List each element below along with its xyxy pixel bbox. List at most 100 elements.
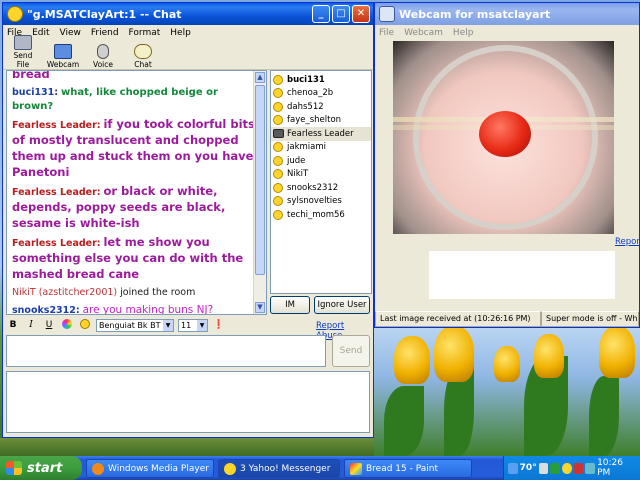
webcam-statusbar: Last image received at (10:26:16 PM) Sup… <box>375 311 639 327</box>
webcam-report-link[interactable]: Report <box>615 237 640 247</box>
smiley-icon <box>273 169 283 180</box>
user-item[interactable]: snooks2312 <box>271 181 371 195</box>
scroll-up-arrow[interactable]: ▲ <box>255 72 265 83</box>
message-scrollbar[interactable]: ▲ ▼ <box>253 71 266 314</box>
menu-friend[interactable]: Friend <box>91 28 119 38</box>
menu-format[interactable]: Format <box>129 28 161 38</box>
scroll-thumb[interactable] <box>255 85 265 275</box>
secondary-input-area[interactable] <box>6 371 370 433</box>
yahoo-smiley-icon <box>7 6 23 22</box>
underline-button[interactable]: U <box>42 319 56 332</box>
tray-icon[interactable] <box>550 462 561 474</box>
user-item-selected[interactable]: Fearless Leader <box>271 127 371 141</box>
smiley-icon <box>273 88 283 99</box>
task-windows-media-player[interactable]: Windows Media Player <box>86 459 214 478</box>
start-button[interactable]: start <box>0 456 82 480</box>
color-palette-icon[interactable] <box>60 318 74 332</box>
user-item[interactable]: buci131 <box>271 73 371 87</box>
chat-message: buci131: what, like chopped beige or bro… <box>12 87 218 112</box>
font-size-select[interactable]: 11 ▼ <box>178 318 208 332</box>
smiley-icon <box>273 74 283 85</box>
menu-help[interactable]: Help <box>170 28 191 38</box>
chat-window: "g.MSATClayArt:1 -- Chat _ □ ✕ File Edit… <box>2 2 374 438</box>
desktop-tulips <box>374 326 640 456</box>
webcam-menu-help[interactable]: Help <box>453 28 474 38</box>
webcam-titlebar[interactable]: Webcam for msatclayart <box>375 3 639 25</box>
user-item[interactable]: sylsnovelties <box>271 195 371 209</box>
weather-temp[interactable]: 70° <box>520 463 537 473</box>
windows-logo-icon <box>6 461 22 475</box>
alert-icon[interactable]: ❗ <box>212 319 226 332</box>
ignore-user-button[interactable]: Ignore User <box>314 296 370 314</box>
red-clay-ball <box>479 111 531 157</box>
user-item[interactable]: techi_mom56 <box>271 208 371 222</box>
chat-titlebar[interactable]: "g.MSATClayArt:1 -- Chat _ □ ✕ <box>3 3 373 25</box>
webcam-title-icon <box>379 6 395 22</box>
font-select[interactable]: Benguiat Bk BT ▼ <box>96 318 174 332</box>
send-button[interactable]: Send <box>332 335 370 367</box>
chat-menubar: File Edit View Friend Format Help <box>3 25 373 41</box>
webcam-icon <box>54 44 72 59</box>
im-button[interactable]: IM <box>270 296 310 314</box>
last-image-status: Last image received at (10:26:16 PM) <box>375 311 541 327</box>
task-yahoo-messenger[interactable]: 3 Yahoo! Messenger <box>218 459 340 478</box>
chat-toolbar: Send File Webcam Voice Chat <box>3 35 373 70</box>
scroll-down-arrow[interactable]: ▼ <box>255 302 265 313</box>
clock[interactable]: 10:26 PM <box>597 458 634 478</box>
smiley-icon <box>273 101 283 112</box>
smiley-icon <box>273 209 283 220</box>
chat-title: "g.MSATClayArt:1 -- Chat <box>27 7 182 21</box>
message-input[interactable] <box>6 335 326 367</box>
tray-icon[interactable] <box>562 462 572 474</box>
chat-message: bread <box>12 70 50 81</box>
paint-icon <box>350 462 362 475</box>
webcam-button[interactable]: Webcam <box>47 44 79 69</box>
microphone-icon <box>97 44 109 59</box>
room-user-list[interactable]: buci131 chenoa_2b dahs512 faye_shelton F… <box>270 70 372 294</box>
user-item[interactable]: chenoa_2b <box>271 87 371 101</box>
maximize-button[interactable]: □ <box>332 5 350 23</box>
media-player-icon <box>92 462 104 475</box>
emoticon-icon[interactable] <box>78 318 92 332</box>
chat-message: Fearless Leader: or black or white, depe… <box>12 184 226 230</box>
chat-bubble-icon <box>134 44 152 59</box>
chat-message: Fearless Leader: let me show you somethi… <box>12 235 244 281</box>
menu-view[interactable]: View <box>60 28 81 38</box>
chat-message: snooks2312: are you making buns NJ? <box>12 304 214 315</box>
user-item[interactable]: jakmiami <box>271 141 371 155</box>
close-button[interactable]: ✕ <box>352 5 370 23</box>
system-tray: 70° 10:26 PM <box>503 456 640 480</box>
tray-arrow-icon[interactable] <box>508 462 518 474</box>
smiley-icon <box>273 196 283 207</box>
yahoo-smiley-icon <box>224 462 236 475</box>
tray-icon[interactable] <box>573 462 584 474</box>
smiley-icon <box>273 182 283 193</box>
webcam-image <box>393 41 614 234</box>
task-paint[interactable]: Bread 15 - Paint <box>344 459 472 478</box>
webcam-window: Webcam for msatclayart File Webcam Help … <box>374 2 640 328</box>
webcam-menubar: File Webcam Help <box>375 25 639 41</box>
user-item[interactable]: faye_shelton <box>271 114 371 128</box>
message-history[interactable]: bread buci131: what, like chopped beige … <box>6 70 267 315</box>
user-item[interactable]: jude <box>271 154 371 168</box>
bold-button[interactable]: B <box>6 319 20 332</box>
webcam-title: Webcam for msatclayart <box>399 7 551 21</box>
send-file-button[interactable]: Send File <box>7 35 39 69</box>
user-item[interactable]: dahs512 <box>271 100 371 114</box>
tray-icon[interactable] <box>538 462 549 474</box>
taskbar: start Windows Media Player 3 Yahoo! Mess… <box>0 456 640 480</box>
user-item[interactable]: NikiT <box>271 168 371 182</box>
tray-icon[interactable] <box>585 462 596 474</box>
webcam-menu-webcam[interactable]: Webcam <box>404 28 443 38</box>
webcam-menu-file[interactable]: File <box>379 28 394 38</box>
minimize-button[interactable]: _ <box>312 5 330 23</box>
webcam-icon <box>273 129 284 139</box>
join-notice: NikiT (azstitcher2001) joined the room <box>12 287 196 298</box>
super-mode-status: Super mode is off - What's <box>541 311 639 327</box>
voice-button[interactable]: Voice <box>87 44 119 69</box>
webcam-info-panel <box>429 251 615 299</box>
smiley-icon <box>273 142 283 153</box>
chat-button[interactable]: Chat <box>127 44 159 69</box>
chat-message: Fearless Leader: if you took colorful bi… <box>12 117 255 179</box>
italic-button[interactable]: I <box>24 319 38 332</box>
